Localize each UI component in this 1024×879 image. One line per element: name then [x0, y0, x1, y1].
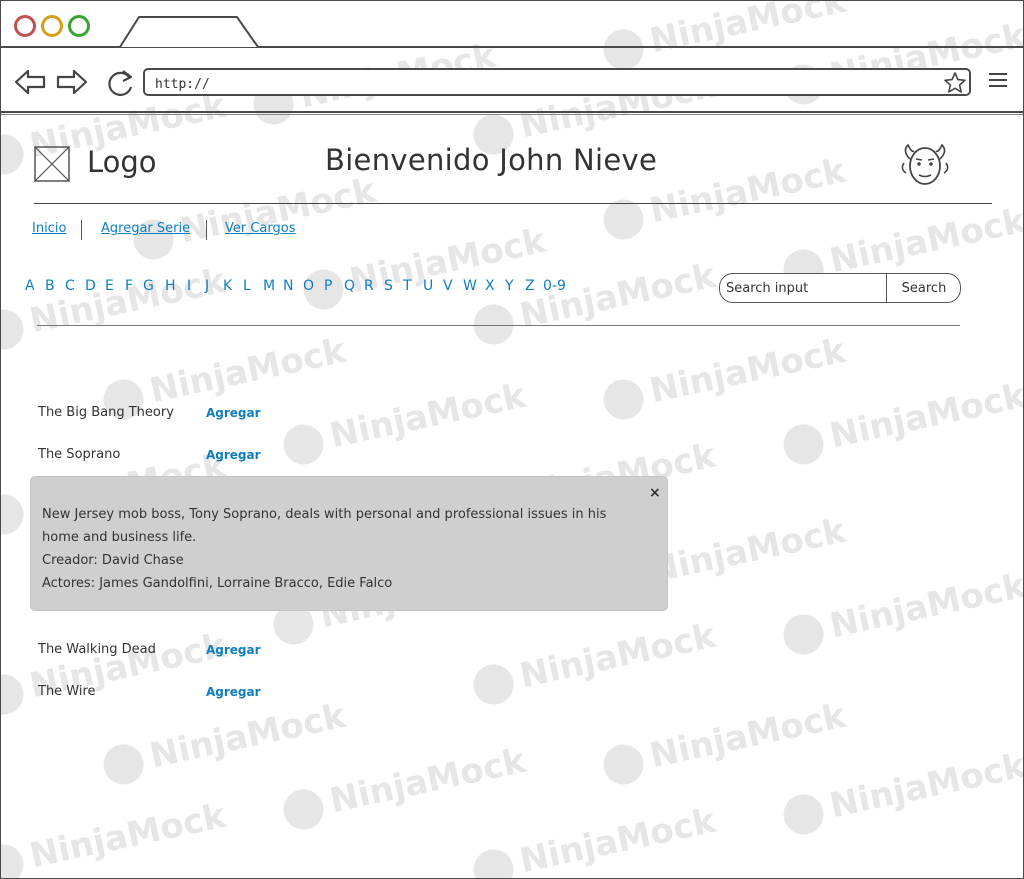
- series-name[interactable]: The Soprano: [38, 447, 120, 462]
- toolbar-divider: [1, 111, 1023, 113]
- alpha-letter[interactable]: H: [165, 278, 176, 294]
- nav-item-inicio[interactable]: Inicio: [32, 221, 66, 236]
- reload-icon[interactable]: [103, 67, 137, 97]
- back-arrow-icon[interactable]: [13, 67, 47, 97]
- alpha-letter[interactable]: W: [463, 278, 477, 294]
- alpha-letter[interactable]: F: [125, 278, 133, 294]
- alpha-letter[interactable]: O: [303, 278, 314, 294]
- page-content: Logo Bienvenido John Nieve Inicio Agrega…: [1, 115, 1023, 878]
- alpha-letter[interactable]: U: [423, 278, 433, 294]
- alpha-letter[interactable]: L: [243, 278, 251, 294]
- logo-text: Logo: [87, 145, 157, 179]
- address-bar[interactable]: [143, 68, 971, 96]
- filter-divider: [37, 325, 960, 326]
- hamburger-menu-icon[interactable]: [989, 73, 1007, 91]
- popup-description: home and business life.: [42, 530, 197, 545]
- series-name[interactable]: The Walking Dead: [38, 642, 156, 657]
- alpha-letter[interactable]: P: [324, 278, 332, 294]
- logo-image-placeholder-icon: [34, 146, 70, 182]
- nav-item-ver-cargos[interactable]: Ver Cargos: [225, 221, 296, 236]
- popup-description: New Jersey mob boss, Tony Soprano, deals…: [42, 507, 607, 522]
- welcome-title: Bienvenido John Nieve: [325, 143, 658, 177]
- user-avatar-icon[interactable]: [896, 139, 954, 189]
- close-icon[interactable]: ×: [649, 485, 661, 501]
- search-button[interactable]: Search: [887, 274, 960, 302]
- add-series-link[interactable]: Agregar: [206, 406, 261, 420]
- alpha-letter[interactable]: Q: [344, 278, 355, 294]
- alpha-letter[interactable]: B: [45, 278, 55, 294]
- search-box: Search: [719, 273, 961, 303]
- alpha-letter[interactable]: C: [65, 278, 75, 294]
- popup-creator: Creador: David Chase: [42, 553, 184, 568]
- alpha-letter[interactable]: D: [85, 278, 96, 294]
- alpha-letter[interactable]: 0-9: [543, 278, 566, 294]
- series-detail-popup: × New Jersey mob boss, Tony Soprano, dea…: [31, 477, 667, 610]
- nav-separator: [206, 220, 207, 240]
- add-series-link[interactable]: Agregar: [206, 685, 261, 699]
- minimize-window-button[interactable]: [41, 15, 63, 37]
- popup-actors: Actores: James Gandolfini, Lorraine Brac…: [42, 576, 393, 591]
- title-bar: [1, 1, 1023, 48]
- alpha-letter[interactable]: E: [105, 278, 114, 294]
- search-input[interactable]: [720, 274, 886, 302]
- browser-window: NinjaMock NinjaMock NinjaMock NinjaMock …: [0, 0, 1024, 879]
- maximize-window-button[interactable]: [68, 15, 90, 37]
- alpha-letter[interactable]: T: [403, 278, 412, 294]
- add-series-link[interactable]: Agregar: [206, 448, 261, 462]
- bookmark-star-icon[interactable]: [943, 71, 967, 95]
- browser-tab[interactable]: [119, 15, 259, 48]
- alpha-letter[interactable]: Y: [505, 278, 514, 294]
- alpha-letter[interactable]: J: [205, 278, 209, 294]
- series-name[interactable]: The Wire: [38, 684, 96, 699]
- series-name[interactable]: The Big Bang Theory: [38, 405, 174, 420]
- alpha-letter[interactable]: V: [443, 278, 453, 294]
- nav-separator: [81, 220, 82, 240]
- browser-toolbar: [1, 49, 1023, 111]
- close-window-button[interactable]: [14, 15, 36, 37]
- alpha-letter[interactable]: N: [283, 278, 293, 294]
- alpha-letter[interactable]: K: [223, 278, 232, 294]
- alpha-letter[interactable]: X: [485, 278, 495, 294]
- alpha-letter[interactable]: G: [143, 278, 154, 294]
- url-input[interactable]: [153, 73, 937, 95]
- alpha-letter[interactable]: R: [364, 278, 374, 294]
- nav-item-agregar-serie[interactable]: Agregar Serie: [101, 221, 190, 236]
- alpha-letter[interactable]: S: [384, 278, 393, 294]
- forward-arrow-icon[interactable]: [55, 67, 89, 97]
- alpha-letter[interactable]: M: [263, 278, 275, 294]
- alpha-letter[interactable]: A: [25, 278, 35, 294]
- add-series-link[interactable]: Agregar: [206, 643, 261, 657]
- alpha-letter[interactable]: I: [187, 278, 191, 294]
- header-divider: [34, 203, 992, 204]
- alpha-letter[interactable]: Z: [525, 278, 535, 294]
